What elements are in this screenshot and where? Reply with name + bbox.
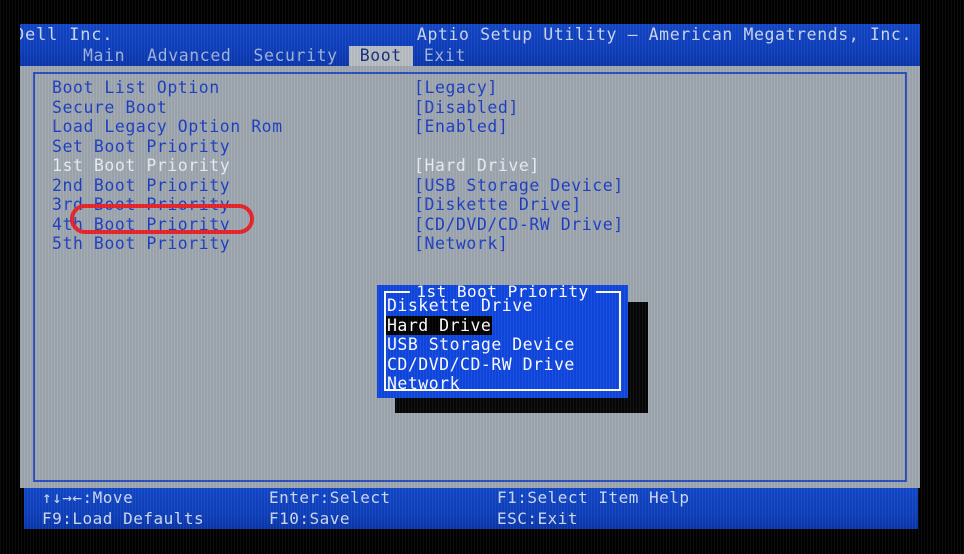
vendor-name: Dell Inc.	[20, 25, 113, 45]
setting-label: 5th Boot Priority	[52, 234, 230, 254]
utility-title: Aptio Setup Utility – American Megatrend…	[417, 25, 912, 44]
setting-label: Load Legacy Option Rom	[52, 117, 283, 137]
popup-option-diskette-drive[interactable]: Diskette Drive	[386, 296, 624, 316]
setting-row-2nd-boot-priority[interactable]: 2nd Boot Priority [USB Storage Device]	[52, 176, 872, 196]
popup-option-label: Diskette Drive	[386, 296, 534, 316]
popup-option-network[interactable]: Network	[386, 374, 624, 394]
setting-value[interactable]: [Enabled]	[414, 117, 508, 137]
popup-option-label: Hard Drive	[386, 316, 492, 336]
setting-row-boot-list-option[interactable]: Boot List Option [Legacy]	[52, 78, 872, 98]
popup-option-label: USB Storage Device	[386, 335, 576, 355]
title-bar: Dell Inc. Aptio Setup Utility – American…	[20, 24, 920, 66]
setting-value[interactable]: [Diskette Drive]	[414, 195, 582, 215]
main-panel: Boot List Option [Legacy] Secure Boot [D…	[20, 66, 920, 488]
setting-label: Secure Boot	[52, 98, 167, 118]
popup-option-label: Network	[386, 374, 461, 394]
tab-exit[interactable]: Exit	[413, 46, 477, 66]
setting-row-secure-boot[interactable]: Secure Boot [Disabled]	[52, 98, 872, 118]
setting-value[interactable]: [CD/DVD/CD-RW Drive]	[414, 215, 624, 235]
setting-row-5th-boot-priority[interactable]: 5th Boot Priority [Network]	[52, 234, 872, 254]
setting-label: 1st Boot Priority	[52, 156, 230, 176]
key-hint-help: F1:Select Item Help	[497, 488, 690, 509]
panel-content: Boot List Option [Legacy] Secure Boot [D…	[20, 66, 920, 488]
popup-option-hard-drive[interactable]: Hard Drive	[386, 316, 624, 336]
popup-option-label: CD/DVD/CD-RW Drive	[386, 355, 576, 375]
setting-value[interactable]: [Disabled]	[414, 98, 519, 118]
setting-row-load-legacy-option-rom[interactable]: Load Legacy Option Rom [Enabled]	[52, 117, 872, 137]
setting-label: 2nd Boot Priority	[52, 176, 230, 196]
key-hint-select: Enter:Select	[269, 488, 391, 509]
key-hint-save: F10:Save	[269, 509, 350, 530]
tab-security[interactable]: Security	[242, 46, 348, 66]
popup-option-usb-storage-device[interactable]: USB Storage Device	[386, 335, 624, 355]
key-legend-row-2: F9:Load Defaults F10:Save ESC:Exit	[24, 509, 918, 530]
setting-row-1st-boot-priority[interactable]: 1st Boot Priority [Hard Drive]	[52, 156, 872, 176]
boot-priority-popup[interactable]: 1st Boot Priority Diskette Drive Hard Dr…	[377, 285, 628, 398]
key-hint-move: ↑↓→←:Move	[42, 488, 133, 509]
tab-boot[interactable]: Boot	[349, 46, 413, 66]
setting-value[interactable]: [Hard Drive]	[414, 156, 540, 176]
key-hint-exit: ESC:Exit	[497, 509, 578, 530]
annotation-ellipse-1st-boot-priority	[70, 204, 254, 234]
setting-value[interactable]: [USB Storage Device]	[414, 176, 624, 196]
section-header-set-boot-priority: Set Boot Priority	[52, 137, 872, 157]
setting-label: Boot List Option	[52, 78, 220, 98]
popup-option-cd-dvd-cd-rw-drive[interactable]: CD/DVD/CD-RW Drive	[386, 355, 624, 375]
bios-setup-screen: Dell Inc. Aptio Setup Utility – American…	[0, 0, 964, 554]
tab-advanced[interactable]: Advanced	[136, 46, 242, 66]
setting-value[interactable]: [Legacy]	[414, 78, 498, 98]
setting-value[interactable]: [Network]	[414, 234, 508, 254]
key-legend-row-1: ↑↓→←:Move Enter:Select F1:Select Item He…	[24, 488, 918, 509]
tab-main[interactable]: Main	[72, 46, 136, 66]
section-header-label: Set Boot Priority	[52, 137, 230, 157]
key-hint-load-defaults: F9:Load Defaults	[42, 509, 204, 530]
popup-option-list: Diskette Drive Hard Drive USB Storage De…	[386, 296, 624, 394]
menu-tab-bar: Main Advanced Security Boot Exit	[72, 46, 477, 66]
key-legend-footer: ↑↓→←:Move Enter:Select F1:Select Item He…	[24, 488, 918, 529]
